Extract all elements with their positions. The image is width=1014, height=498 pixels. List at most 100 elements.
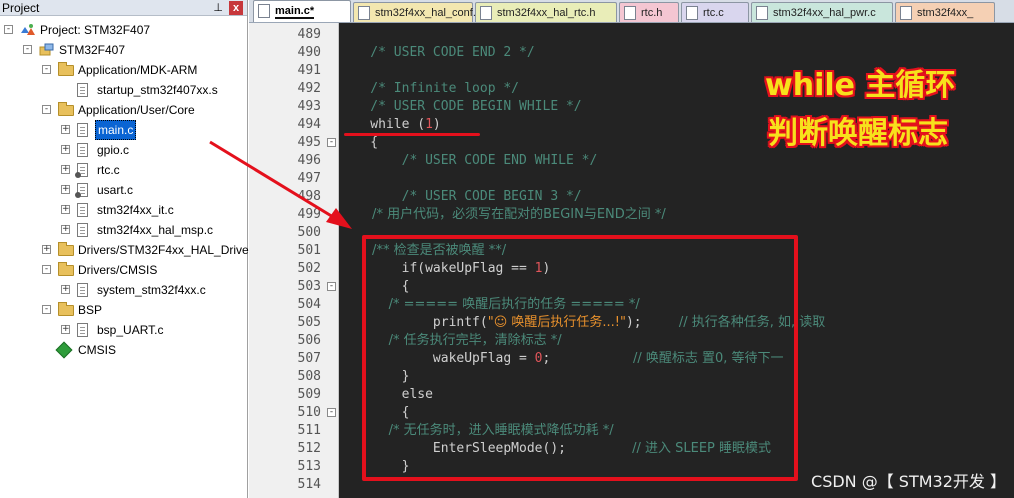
line-number: 493 [297, 99, 321, 114]
tree-item[interactable]: + bsp_UART.c [0, 320, 246, 340]
tree-item[interactable]: - BSP [0, 300, 246, 320]
code-line[interactable]: /* USER CODE BEGIN 3 */ [339, 188, 582, 206]
while-underline-annotation [344, 133, 480, 136]
line-number: 503 [297, 279, 321, 294]
collapse-icon[interactable]: - [42, 305, 51, 314]
tree-item[interactable]: - Project: STM32F407 [0, 20, 246, 40]
fold-toggle-icon[interactable]: - [327, 282, 336, 291]
tree-item[interactable]: + usart.c [0, 180, 246, 200]
file-icon [77, 83, 88, 97]
code-line[interactable]: { [339, 134, 378, 152]
project-panel-titlebar: Project ⊥ x [0, 0, 247, 16]
line-number: 489 [297, 27, 321, 42]
line-number: 499 [297, 207, 321, 222]
line-number: 498 [297, 189, 321, 204]
code-token: /* USER CODE BEGIN WHILE */ [339, 99, 582, 114]
tree-item[interactable]: + system_stm32f4xx.c [0, 280, 246, 300]
code-token: while ( [339, 117, 426, 132]
file-icon [77, 203, 88, 217]
cmsis-icon [55, 341, 73, 359]
line-number: 491 [297, 63, 321, 78]
tree-item-label: stm32f4xx_it.c [97, 203, 174, 217]
fold-toggle-icon[interactable]: - [327, 408, 336, 417]
expand-icon[interactable]: + [61, 185, 70, 194]
line-number: 513 [297, 459, 321, 474]
tree-item[interactable]: + Drivers/STM32F4xx_HAL_Driver [0, 240, 253, 260]
code-line[interactable]: while (1) [339, 116, 440, 134]
expand-icon[interactable]: + [61, 145, 70, 154]
tab-label: stm32f4xx_hal_rtc.h [497, 7, 596, 19]
tree-item[interactable]: + main.c [0, 120, 246, 140]
line-number-gutter: 489 490 491 492 493 494 495-496 497 498 499 500 501… [249, 23, 339, 498]
expand-icon[interactable]: + [61, 205, 70, 214]
tab-stm32f4xx[interactable]: stm32f4xx_ [895, 2, 995, 22]
file-icon [756, 6, 768, 20]
file-icon [77, 143, 88, 157]
code-line[interactable]: /* USER CODE END 2 */ [339, 44, 534, 62]
expand-icon[interactable]: + [61, 285, 70, 294]
fold-toggle-icon[interactable]: - [327, 138, 336, 147]
line-number: 505 [297, 315, 321, 330]
code-line[interactable]: /* USER CODE END WHILE */ [339, 152, 598, 170]
line-number: 514 [297, 477, 321, 492]
expand-icon[interactable]: + [61, 165, 70, 174]
pin-icon[interactable]: ⊥ [213, 0, 223, 16]
line-number: 495 [297, 135, 321, 150]
expand-icon[interactable]: + [61, 325, 70, 334]
tree-item[interactable]: + rtc.c [0, 160, 246, 180]
collapse-icon[interactable]: - [23, 45, 32, 54]
code-line[interactable]: /* Infinite loop */ [339, 80, 519, 98]
tab-label: stm32f4xx_hal_pwr.c [773, 7, 876, 19]
code-line[interactable]: /* 用户代码，必须写在配对的BEGIN与END之间 */ [339, 206, 666, 224]
folder-icon [58, 242, 74, 256]
tab-label: rtc.c [703, 7, 724, 19]
expand-icon[interactable]: + [42, 245, 51, 254]
code-token: /* USER CODE BEGIN 3 */ [339, 189, 582, 204]
file-icon [77, 323, 88, 337]
tree-item[interactable]: - Drivers/CMSIS [0, 260, 246, 280]
tree-item-label: bsp_UART.c [97, 323, 164, 337]
tree-item[interactable]: + gpio.c [0, 140, 246, 160]
tree-item-label: Application/User/Core [78, 103, 195, 117]
tree-item[interactable]: + stm32f4xx_it.c [0, 200, 246, 220]
tab-rtc-h[interactable]: rtc.h [619, 2, 679, 22]
tree-item-label: system_stm32f4xx.c [97, 283, 206, 297]
tree-item[interactable]: startup_stm32f407xx.s [0, 80, 246, 100]
tab-main-c[interactable]: main.c* [253, 0, 351, 22]
tree-item-label: CMSIS [78, 343, 117, 357]
code-token: /* Infinite loop */ [339, 81, 520, 96]
collapse-icon[interactable]: - [42, 65, 51, 74]
editor-tab-bar: main.c* stm32f4xx_hal_conf.h stm32f4xx_hal… [249, 0, 1014, 23]
annotation-title-line2: 判断唤醒标志 [768, 116, 948, 151]
collapse-icon[interactable]: - [4, 25, 13, 34]
expand-icon[interactable]: + [61, 125, 70, 134]
tree-item-label: main.c [95, 120, 137, 140]
folder-icon [58, 62, 74, 76]
tree-item[interactable]: - Application/MDK-ARM [0, 60, 246, 80]
code-token: /* USER CODE END WHILE */ [339, 153, 598, 168]
folder-icon [58, 262, 74, 276]
collapse-icon[interactable]: - [42, 105, 51, 114]
tree-item[interactable]: CMSIS [0, 340, 246, 360]
tree-item-label: gpio.c [97, 143, 130, 157]
tree-item[interactable]: + stm32f4xx_hal_msp.c [0, 220, 246, 240]
code-line[interactable]: /* USER CODE BEGIN WHILE */ [339, 98, 582, 116]
tree-item[interactable]: - Application/User/Core [0, 100, 246, 120]
tree-item[interactable]: - STM32F407 [0, 40, 246, 60]
tab-stm32f4xx-hal-conf-h[interactable]: stm32f4xx_hal_conf.h [353, 2, 482, 22]
expand-icon[interactable]: + [61, 225, 70, 234]
line-number: 500 [297, 225, 321, 240]
collapse-icon[interactable]: - [42, 265, 51, 274]
tab-stm32f4xx-hal-pwr-c[interactable]: stm32f4xx_hal_pwr.c [751, 2, 893, 22]
project-panel-title: Project [2, 1, 40, 15]
tab-rtc-c[interactable]: rtc.c [681, 2, 749, 22]
tree-item-label: usart.c [97, 183, 134, 197]
folder-icon [58, 302, 74, 316]
tree-item-label: rtc.c [97, 163, 120, 177]
tab-stm32f4xx-hal-rtc-h[interactable]: stm32f4xx_hal_rtc.h [475, 2, 617, 22]
tree-item-label: STM32F407 [59, 43, 126, 57]
file-icon [900, 6, 912, 20]
tree-item-label: Drivers/CMSIS [78, 263, 158, 277]
line-number: 497 [297, 171, 321, 186]
close-icon[interactable]: x [229, 1, 243, 15]
